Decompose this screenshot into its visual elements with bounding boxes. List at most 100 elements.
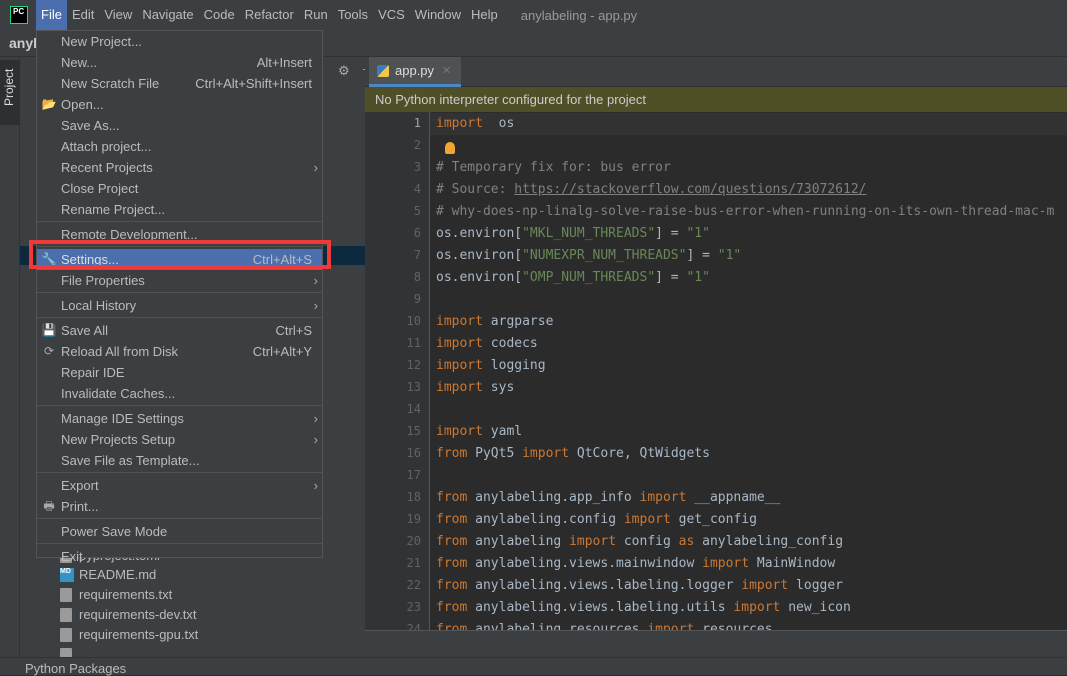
menu-run[interactable]: Run: [299, 0, 333, 30]
menu-help[interactable]: Help: [466, 0, 503, 30]
menu-item-new-scratch-file[interactable]: New Scratch File Ctrl+Alt+Shift+Insert: [37, 73, 322, 94]
menu-item-label: Power Save Mode: [61, 524, 168, 539]
menu-item-local-history[interactable]: Local History ›: [37, 295, 322, 316]
menu-item-shortcut: Ctrl+S: [275, 323, 312, 338]
chevron-right-icon: ›: [313, 160, 318, 175]
code-token: import: [623, 512, 671, 527]
tree-item[interactable]: requirements-gpu.txt: [60, 625, 198, 645]
code-token: import: [436, 116, 483, 131]
menu-item-label: New Projects Setup: [61, 432, 176, 447]
menu-item-remote-development[interactable]: Remote Development...: [37, 224, 322, 245]
window-title: anylabeling - app.py: [520, 7, 638, 23]
menu-view[interactable]: View: [99, 0, 137, 30]
menu-refactor[interactable]: Refactor: [240, 0, 299, 30]
menu-item-label: Save All: [61, 323, 108, 338]
menu-item-invalidate-caches[interactable]: Invalidate Caches...: [37, 383, 322, 404]
menu-item-save-as[interactable]: Save As...: [37, 115, 322, 136]
line-number: 2: [413, 138, 421, 152]
code-token: import: [639, 490, 687, 505]
menu-item-shortcut: Ctrl+Alt+Y: [252, 344, 312, 359]
text-file-icon: [60, 628, 72, 642]
menu-item-exit[interactable]: Exit: [37, 546, 322, 567]
line-number: 21: [406, 556, 421, 570]
menu-item-close-project[interactable]: Close Project: [37, 178, 322, 199]
menu-edit[interactable]: Edit: [67, 0, 99, 30]
menu-item-recent-projects[interactable]: Recent Projects ›: [37, 157, 322, 178]
code-token: from: [436, 490, 468, 505]
code-token: from: [436, 446, 468, 461]
menu-item-reload-all-from-disk[interactable]: ⟳ Reload All from Disk Ctrl+Alt+Y: [37, 341, 322, 362]
menu-tools[interactable]: Tools: [333, 0, 373, 30]
code-line: # Source: https://stackoverflow.com/ques…: [436, 179, 866, 201]
code-token: as: [678, 534, 695, 549]
tree-item[interactable]: requirements-dev.txt: [60, 605, 197, 625]
tree-item[interactable]: requirements.txt: [60, 585, 172, 605]
tree-item[interactable]: MD README.md: [60, 565, 156, 585]
menu-item-new-projects-setup[interactable]: New Projects Setup ›: [37, 429, 322, 450]
code-token: import: [733, 600, 781, 615]
code-token: anylabeling.app_info: [467, 490, 640, 505]
menu-item-label: Export: [61, 478, 99, 493]
menu-item-file-properties[interactable]: File Properties ›: [37, 270, 322, 291]
wrench-icon: 🔧: [41, 252, 57, 266]
tab-app-py[interactable]: app.py ✕: [369, 57, 461, 87]
code-token: "1": [686, 226, 710, 241]
menu-item-save-all[interactable]: 💾 Save All Ctrl+S: [37, 320, 322, 341]
menu-item-power-save-mode[interactable]: Power Save Mode: [37, 521, 322, 542]
code-token: get_config: [670, 512, 757, 527]
menu-item-attach-project[interactable]: Attach project...: [37, 136, 322, 157]
line-number: 12: [406, 358, 421, 372]
menu-vcs[interactable]: VCS: [373, 0, 410, 30]
chevron-right-icon: ›: [313, 432, 318, 447]
menu-item-repair-ide[interactable]: Repair IDE: [37, 362, 322, 383]
menu-item-label: Rename Project...: [61, 202, 166, 217]
line-number: 7: [413, 248, 421, 262]
menu-code[interactable]: Code: [199, 0, 240, 30]
python-packages-tab[interactable]: Python Packages: [25, 661, 126, 676]
chevron-right-icon: ›: [313, 273, 318, 288]
code-line: os.environ["NUMEXPR_NUM_THREADS"] = "1": [436, 245, 741, 267]
code-token: # Temporary fix for: bus error: [436, 160, 671, 175]
menu-navigate[interactable]: Navigate: [137, 0, 198, 30]
code-line: # Temporary fix for: bus error: [436, 157, 671, 179]
menu-item-open[interactable]: 📂 Open...: [37, 94, 322, 115]
code-token: MainWindow: [749, 556, 836, 571]
menu-item-label: File Properties: [61, 273, 145, 288]
line-number: 22: [406, 578, 421, 592]
menu-item-settings[interactable]: 🔧 Settings... Ctrl+Alt+S: [37, 249, 322, 270]
code-token: from: [436, 622, 468, 630]
printer-icon: 🖶: [43, 499, 55, 513]
code-line: import logging: [436, 355, 546, 377]
code-line: from anylabeling.views.labeling.utils im…: [436, 597, 851, 619]
code-token: config: [616, 534, 679, 549]
menu-window[interactable]: Window: [410, 0, 466, 30]
code-line: from anylabeling.views.labeling.logger i…: [436, 575, 843, 597]
python-file-icon: [377, 64, 389, 77]
lightbulb-icon[interactable]: [445, 142, 455, 154]
code-editor[interactable]: 1 2 3 4 5 6 7 8 9 10 11 12 13 14 15 16 17 18 19 20 21 22 23 24 …: [365, 112, 1067, 630]
code-token: argparse: [482, 314, 554, 329]
menu-item-new[interactable]: New... Alt+Insert: [37, 52, 322, 73]
code-token: ] =: [686, 248, 718, 263]
menu-file[interactable]: File: [36, 0, 67, 30]
code-token: import: [647, 622, 695, 630]
gear-icon[interactable]: ⚙: [338, 63, 350, 79]
menu-item-shortcut: Ctrl+Alt+Shift+Insert: [195, 76, 312, 91]
bottom-tool-bar: Python Packages: [0, 657, 1067, 676]
menu-item-label: Save File as Template...: [61, 453, 200, 468]
menu-item-label: Reload All from Disk: [61, 344, 179, 359]
menu-item-rename-project[interactable]: Rename Project...: [37, 199, 322, 220]
project-tool-tab[interactable]: Project: [0, 60, 20, 125]
line-number: 10: [406, 314, 421, 328]
project-name[interactable]: anyl: [9, 35, 37, 51]
code-link[interactable]: https://stackoverflow.com/questions/7307…: [514, 182, 866, 197]
menu-item-export[interactable]: Export ›: [37, 475, 322, 496]
code-token: "1": [717, 248, 742, 263]
close-icon[interactable]: ✕: [442, 64, 451, 77]
menu-item-manage-ide-settings[interactable]: Manage IDE Settings ›: [37, 408, 322, 429]
menu-item-print[interactable]: 🖶 Print...: [37, 496, 322, 517]
menu-item-new-project[interactable]: New Project...: [37, 31, 322, 52]
menu-item-save-file-as-template[interactable]: Save File as Template...: [37, 450, 322, 471]
line-number: 18: [406, 490, 421, 504]
menu-item-label: Local History: [61, 298, 137, 313]
